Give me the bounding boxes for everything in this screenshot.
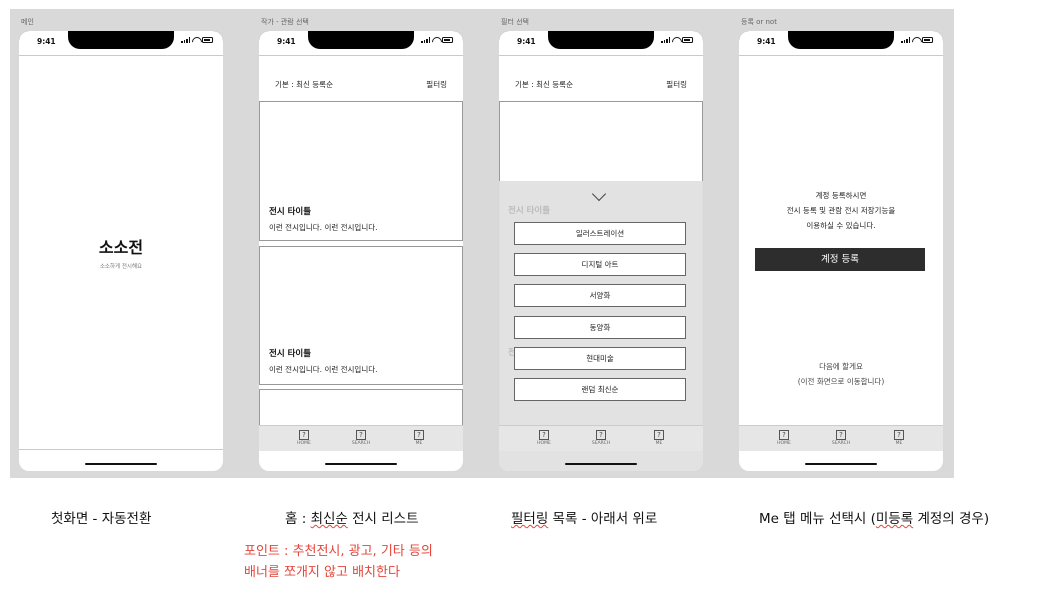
exhibition-card[interactable]: 전시 타이틀 이런 전시입니다. 이런 전시입니다. [259,246,463,385]
ghost-card-title: 전시 타이틀 [508,206,551,216]
battery-icon [682,37,693,43]
tab-bar: ? HOME ? SEARCH ? ME [739,425,943,451]
caption-list: 홈 : 최신순 전시 리스트 [285,511,419,527]
status-icons [661,37,693,43]
phone-register: 9:41 계정 등록하시면 전시 등록 및 관람 전시 저장기능을 이용하실 수… [739,31,943,471]
home-icon: ? [299,430,309,440]
status-time: 9:41 [277,37,296,46]
phone-filter: 9:41 기본 : 최신 등록순 필터링 전시 타이틀 전 일러스트레이션 디지… [499,31,703,471]
frame-label-list: 작가 - 관람 선택 [261,18,309,26]
tab-me[interactable]: ? ME [644,430,674,446]
caption-filter: 필터링 목록 - 아래서 위로 [511,511,658,527]
tab-me[interactable]: ? ME [404,430,434,446]
status-time: 9:41 [517,37,536,46]
design-note: 포인트 : 추천전시, 광고, 기타 등의 배너를 쪼개지 않고 배치한다 [244,544,433,580]
battery-icon [922,37,933,43]
filter-button[interactable]: 필터링 [426,79,447,90]
app-subtitle: 소소하게 전시해요 [99,264,143,270]
filter-option[interactable]: 디지털 아트 [514,253,686,276]
home-indicator [565,462,637,465]
status-icons [421,37,453,43]
filter-option[interactable]: 동양화 [514,316,686,339]
card-desc: 이런 전시입니다. 이런 전시입니다. [269,223,378,232]
list-header: 기본 : 최신 등록순 필터링 [499,79,703,93]
card-title: 전시 타이틀 [269,207,312,217]
signal-icon [901,37,910,43]
frame-label-register: 등록 or not [741,18,777,26]
chevron-down-icon[interactable] [591,186,607,202]
status-time: 9:41 [757,37,776,46]
tab-me[interactable]: ? ME [884,430,914,446]
home-indicator [805,462,877,465]
guide-line-top [259,55,463,56]
frame-label-main: 메인 [21,18,34,26]
me-icon: ? [894,430,904,440]
exhibition-card[interactable]: 전시 타이틀 이런 전시입니다. 이런 전시입니다. [259,101,463,241]
exhibition-card[interactable] [259,389,463,429]
home-indicator [325,462,397,465]
guide-line-top [19,55,223,56]
filter-button[interactable]: 필터링 [666,79,687,90]
register-message-line: 이용하실 수 있습니다. [806,221,876,230]
register-button[interactable]: 계정 등록 [755,248,925,271]
caption-register: Me 탭 메뉴 선택시 (미등록 계정의 경우) [759,511,990,527]
list-header: 기본 : 최신 등록순 필터링 [259,79,463,93]
signal-icon [421,37,430,43]
search-icon: ? [836,430,846,440]
skip-link[interactable]: 다음에 할게요 [739,359,943,374]
status-icons [181,37,213,43]
filter-option[interactable]: 랜덤 최신순 [514,378,686,401]
card-desc: 이런 전시입니다. 이런 전시입니다. [269,365,378,374]
home-icon: ? [539,430,549,440]
home-indicator [85,462,157,465]
tab-search[interactable]: ? SEARCH [586,430,616,446]
home-icon: ? [779,430,789,440]
status-icons [901,37,933,43]
tab-bar: ? HOME ? SEARCH ? ME [499,425,703,451]
search-icon: ? [596,430,606,440]
me-icon: ? [414,430,424,440]
battery-icon [202,37,213,43]
phone-splash: 9:41 소소전 소소하게 전시해요 [19,31,223,471]
notch [788,31,894,49]
sort-label[interactable]: 기본 : 최신 등록순 [515,79,573,90]
notch [308,31,414,49]
caption-splash: 첫화면 - 자동전환 [51,511,152,527]
notch [68,31,174,49]
tab-home[interactable]: ? HOME [529,430,559,446]
app-title: 소소전 [98,238,144,257]
notch [548,31,654,49]
tab-bar: ? HOME ? SEARCH ? ME [259,425,463,451]
signal-icon [181,37,190,43]
status-time: 9:41 [37,37,56,46]
register-message-line: 계정 등록하시면 [815,191,867,200]
tab-home[interactable]: ? HOME [769,430,799,446]
filter-option[interactable]: 현대미술 [514,347,686,370]
wifi-icon [912,37,920,43]
battery-icon [442,37,453,43]
search-icon: ? [356,430,366,440]
tab-home[interactable]: ? HOME [289,430,319,446]
guide-line-top [499,55,703,56]
wifi-icon [432,37,440,43]
register-message-line: 전시 등록 및 관람 전시 저장기능을 [786,206,896,215]
wifi-icon [192,37,200,43]
guide-line-top [739,55,943,56]
tab-search[interactable]: ? SEARCH [826,430,856,446]
tab-search[interactable]: ? SEARCH [346,430,376,446]
skip-hint: (이전 화면으로 이동합니다) [797,377,885,386]
wifi-icon [672,37,680,43]
guide-line-bottom [19,449,223,450]
me-icon: ? [654,430,664,440]
sort-label[interactable]: 기본 : 최신 등록순 [275,79,333,90]
filter-option[interactable]: 서양화 [514,284,686,307]
card-title: 전시 타이틀 [269,349,312,359]
phone-list: 9:41 기본 : 최신 등록순 필터링 전시 타이틀 이런 전시입니다. 이런… [259,31,463,471]
frame-label-filter: 필터 선택 [501,18,529,26]
filter-option[interactable]: 일러스트레이션 [514,222,686,245]
signal-icon [661,37,670,43]
